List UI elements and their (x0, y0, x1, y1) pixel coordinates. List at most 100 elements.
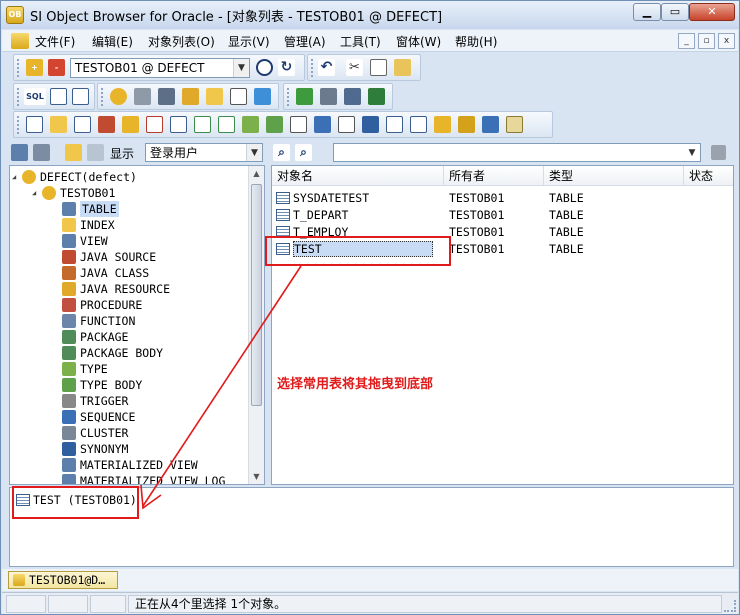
mview-icon[interactable] (386, 116, 403, 133)
menu-help[interactable]: 帮助(H) (455, 33, 497, 50)
menu-manage[interactable]: 管理(A) (284, 33, 326, 50)
tree-item[interactable]: MATERIALIZED VIEW (10, 457, 248, 473)
directory-icon[interactable] (506, 116, 523, 133)
menu-window[interactable]: 窗体(W) (396, 33, 441, 50)
menu-object-list[interactable]: 对象列表(O) (148, 33, 215, 50)
run-icon[interactable] (368, 88, 385, 105)
scroll-up-icon[interactable]: ▲ (249, 166, 264, 181)
copy-icon[interactable] (370, 59, 387, 76)
lock-icon[interactable] (182, 88, 199, 105)
chevron-down-icon[interactable]: ▼ (684, 144, 700, 161)
expand-toggle-icon[interactable]: ◢ (32, 185, 36, 201)
tab-connection[interactable]: TESTOB01@D… (8, 571, 118, 589)
report-icon[interactable] (72, 88, 89, 105)
resize-grip-icon[interactable] (724, 600, 736, 612)
find-next-icon[interactable]: ⌕ (295, 144, 312, 161)
minimize-button[interactable]: ▁ (633, 3, 661, 21)
scroll-thumb[interactable] (251, 184, 262, 406)
toolbar-grip[interactable] (311, 59, 314, 77)
sequence-icon[interactable] (314, 116, 331, 133)
toolbar-grip[interactable] (17, 116, 20, 134)
expand-toggle-icon[interactable]: ◢ (12, 169, 16, 185)
java-class-icon[interactable] (122, 116, 139, 133)
column-header-name[interactable]: 对象名 (272, 166, 444, 186)
mdi-restore-icon[interactable]: ▫ (698, 33, 715, 49)
filter-icon[interactable] (711, 145, 726, 160)
toolbar-grip[interactable] (17, 59, 20, 77)
document-icon[interactable] (11, 33, 29, 49)
mdi-minimize-icon[interactable]: _ (678, 33, 695, 49)
java-source-icon[interactable] (98, 116, 115, 133)
library-icon[interactable] (482, 116, 499, 133)
undo-icon[interactable]: ↶ (318, 59, 335, 76)
tree-item[interactable]: INDEX (10, 217, 248, 233)
function-icon[interactable] (170, 116, 187, 133)
type-icon[interactable] (242, 116, 259, 133)
tree-item[interactable]: JAVA SOURCE (10, 249, 248, 265)
tree-item[interactable]: PROCEDURE (10, 297, 248, 313)
trigger-icon[interactable] (290, 116, 307, 133)
new-connection-icon[interactable]: + (26, 59, 43, 76)
tree-item[interactable]: VIEW (10, 233, 248, 249)
toolbar-grip[interactable] (287, 88, 290, 106)
tree-view-icon[interactable] (11, 144, 28, 161)
tree-item[interactable]: CLUSTER (10, 425, 248, 441)
mdi-close-icon[interactable]: x (718, 33, 735, 49)
options-icon[interactable] (254, 88, 271, 105)
search-input[interactable]: ▼ (333, 143, 701, 162)
index-icon[interactable] (50, 116, 67, 133)
tree-item[interactable]: ◢ DEFECT(defect) (10, 169, 248, 185)
package-body-icon[interactable] (218, 116, 235, 133)
table-row[interactable]: T_DEPART TESTOB01 TABLE (272, 207, 732, 224)
menu-file[interactable]: 文件(F) (35, 33, 75, 50)
mview-log-icon[interactable] (410, 116, 427, 133)
cut-icon[interactable]: ✂ (346, 59, 363, 76)
column-header-status[interactable]: 状态 (684, 166, 733, 186)
connection-select[interactable]: TESTOB01 @ DEFECT ▼ (70, 58, 250, 78)
tree-item[interactable]: JAVA RESOURCE (10, 281, 248, 297)
toolbar-grip[interactable] (101, 88, 104, 106)
scroll-down-icon[interactable]: ▼ (249, 469, 264, 484)
table-row[interactable]: SYSDATETEST TESTOB01 TABLE (272, 190, 732, 207)
chevron-down-icon[interactable]: ▼ (246, 144, 262, 161)
close-button[interactable]: ✕ (689, 3, 735, 21)
tree-item[interactable]: SEQUENCE (10, 409, 248, 425)
view-icon[interactable] (74, 116, 91, 133)
monitor-icon[interactable] (344, 88, 361, 105)
key-icon[interactable] (458, 116, 475, 133)
tree-scrollbar[interactable]: ▲ ▼ (248, 166, 264, 484)
session-icon[interactable] (158, 88, 175, 105)
script-icon[interactable] (50, 88, 67, 105)
cluster-icon[interactable] (338, 116, 355, 133)
tree-item[interactable]: ◢ TESTOB01 (10, 185, 248, 201)
database-icon[interactable] (206, 88, 223, 105)
tree-item[interactable]: PACKAGE (10, 329, 248, 345)
menu-view[interactable]: 显示(V) (228, 33, 270, 50)
column-header-owner[interactable]: 所有者 (444, 166, 544, 186)
sql-icon[interactable]: SQL (24, 88, 46, 105)
find-icon[interactable]: ⌕ (273, 144, 290, 161)
schema-filter-icon[interactable] (87, 144, 104, 161)
type-body-icon[interactable] (266, 116, 283, 133)
copy-objects-icon[interactable] (230, 88, 247, 105)
menu-tools[interactable]: 工具(T) (340, 33, 381, 50)
list-view-icon[interactable] (33, 144, 50, 161)
record-icon[interactable] (256, 59, 273, 76)
tree-item[interactable]: TABLE (10, 201, 248, 217)
tree-item[interactable]: TYPE BODY (10, 377, 248, 393)
column-header-type[interactable]: 类型 (544, 166, 684, 186)
recycle-icon[interactable] (434, 116, 451, 133)
toolbar-grip[interactable] (17, 88, 20, 106)
tree-item[interactable]: MATERIALIZED VIEW LOG (10, 473, 248, 484)
package-icon[interactable] (194, 116, 211, 133)
chevron-down-icon[interactable]: ▼ (233, 59, 249, 77)
tree-item[interactable]: TYPE (10, 361, 248, 377)
synonym-icon[interactable] (362, 116, 379, 133)
tree-item[interactable]: PACKAGE BODY (10, 345, 248, 361)
tree-item[interactable]: JAVA CLASS (10, 265, 248, 281)
disconnect-icon[interactable]: - (48, 59, 65, 76)
tree-item[interactable]: TRIGGER (10, 393, 248, 409)
db-filter-icon[interactable] (65, 144, 82, 161)
tablespace-icon[interactable] (134, 88, 151, 105)
procedure-icon[interactable] (146, 116, 163, 133)
